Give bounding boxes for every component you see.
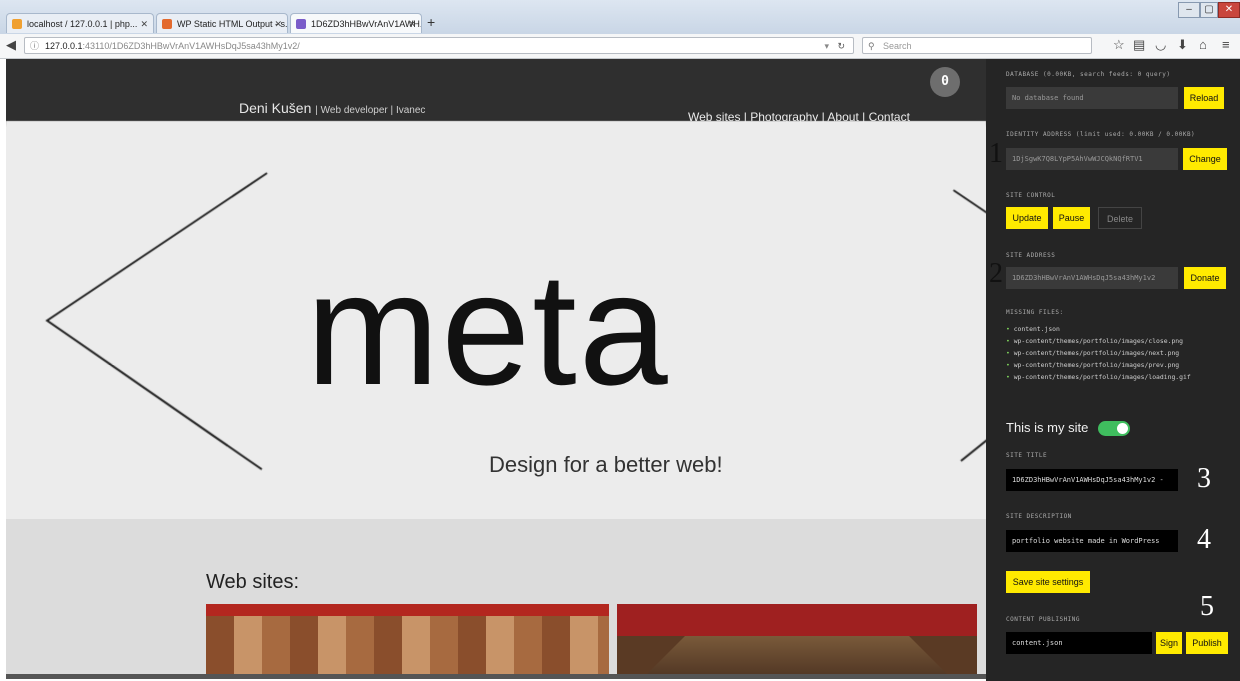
- reading-list-icon[interactable]: ▤: [1133, 37, 1145, 53]
- website-thumbnail[interactable]: [206, 604, 609, 679]
- hero-tagline: Design for a better web!: [489, 452, 723, 477]
- tab-phpmyadmin[interactable]: localhost / 127.0.0.1 | php... ✕: [6, 13, 154, 33]
- missing-file-item: • wp-content/themes/portfolio/images/clo…: [1006, 337, 1183, 345]
- my-site-toggle[interactable]: [1098, 421, 1130, 436]
- search-icon: ⚲: [868, 41, 875, 51]
- next-arrow-icon: [953, 190, 986, 221]
- reload-button[interactable]: Reload: [1184, 87, 1224, 109]
- bookmark-star-icon[interactable]: ☆: [1113, 37, 1125, 53]
- reload-icon[interactable]: ↻: [837, 38, 845, 53]
- missing-file-item: • wp-content/themes/portfolio/images/nex…: [1006, 349, 1180, 357]
- pause-button[interactable]: Pause: [1053, 207, 1090, 229]
- brand-separator: |: [315, 105, 318, 116]
- site-address-field[interactable]: 1D6ZD3hHBwVrAnV1AWHsDqJ5sa43hMy1v2: [1006, 267, 1178, 289]
- site-address-label: SITE ADDRESS: [1006, 252, 1056, 259]
- tab-label: localhost / 127.0.0.1 | php...: [27, 19, 138, 29]
- next-arrow-lower-icon: [960, 423, 986, 461]
- site-control-label: SITE CONTROL: [1006, 192, 1056, 199]
- author-role: Web developer: [320, 105, 388, 116]
- search-placeholder: Search: [883, 41, 912, 51]
- maximize-button[interactable]: ▢: [1200, 2, 1218, 18]
- identity-label: IDENTITY ADDRESS (limit used: 0.00KB / 0…: [1006, 131, 1196, 138]
- tab-close-icon[interactable]: ✕: [274, 14, 282, 33]
- annotation-4: 4: [1197, 524, 1211, 555]
- home-icon[interactable]: ⌂: [1199, 37, 1207, 52]
- annotation-5: 5: [1200, 591, 1214, 622]
- content-file-select[interactable]: content.json: [1006, 632, 1152, 654]
- site-description-label: SITE DESCRIPTION: [1006, 513, 1072, 520]
- content-publishing-label: CONTENT PUBLISHING: [1006, 616, 1081, 623]
- toggle-knob: [1117, 423, 1128, 434]
- database-field: No database found: [1006, 87, 1178, 109]
- annotation-2: 2: [989, 258, 1003, 289]
- zeronet-sidebar: DATABASE (0.00KB, search feeds: 0 query)…: [986, 59, 1240, 681]
- missing-file-item: • content.json: [1006, 325, 1060, 333]
- missing-file-item: • wp-content/themes/portfolio/images/loa…: [1006, 373, 1191, 381]
- site-description-input[interactable]: portfolio website made in WordPress: [1006, 530, 1178, 552]
- menu-icon[interactable]: ≡: [1222, 37, 1230, 52]
- download-icon[interactable]: ⬇: [1177, 37, 1188, 53]
- publish-button[interactable]: Publish: [1186, 632, 1228, 654]
- brand-separator: |: [390, 105, 394, 116]
- site-brand[interactable]: Deni Kušen | Web developer | Ivanec: [239, 100, 425, 116]
- identity-address-field[interactable]: 1DjSgwK7Q8LYpP5AhVwWJCQkNQfRTV1: [1006, 148, 1178, 170]
- database-label: DATABASE (0.00KB, search feeds: 0 query): [1006, 71, 1171, 78]
- page-bottom-strip: [6, 674, 986, 679]
- my-site-label: This is my site: [1006, 420, 1089, 435]
- prev-arrow-icon: [42, 173, 267, 469]
- missing-file-item: • wp-content/themes/portfolio/images/pre…: [1006, 361, 1180, 369]
- site-title-input[interactable]: 1D6ZD3hHBwVrAnV1AWHsDqJ5sa43hMy1v2 -: [1006, 469, 1178, 491]
- zeronet-icon: [296, 19, 306, 29]
- hero-title: meta: [306, 239, 670, 418]
- zeronet-sidebar-toggle[interactable]: 0: [930, 67, 960, 97]
- address-bar[interactable]: ⓘ 127.0.0.1:43110/1D6ZD3hHBwVrAnV1AWHsDq…: [24, 37, 854, 54]
- url-host: 127.0.0.1: [45, 41, 83, 51]
- wp-static-icon: [162, 19, 172, 29]
- close-window-button[interactable]: ✕: [1218, 2, 1240, 18]
- author-location: Ivanec: [395, 105, 426, 116]
- annotation-3: 3: [1197, 463, 1211, 494]
- website-thumbnail[interactable]: [617, 604, 977, 679]
- tab-label: 1D6ZD3hHBwVrAnV1AWH...: [311, 19, 422, 29]
- phpmyadmin-icon: [12, 19, 22, 29]
- new-tab-button[interactable]: +: [427, 14, 435, 30]
- author-name: Deni Kušen: [239, 100, 312, 116]
- tab-close-icon[interactable]: ✕: [140, 14, 148, 33]
- tab-zeronet-site[interactable]: 1D6ZD3hHBwVrAnV1AWH... ✕: [290, 13, 422, 33]
- site-viewport: Deni Kušen | Web developer | Ivanec Web …: [6, 59, 986, 679]
- section-title: Web sites:: [206, 571, 299, 593]
- site-title-label: SITE TITLE: [1006, 452, 1048, 459]
- delete-button[interactable]: Delete: [1098, 207, 1142, 229]
- donate-button[interactable]: Donate: [1184, 267, 1226, 289]
- annotation-1: 1: [989, 138, 1003, 169]
- search-input[interactable]: ⚲ Search: [862, 37, 1092, 54]
- site-info-icon[interactable]: ⓘ: [30, 38, 39, 53]
- change-button[interactable]: Change: [1183, 148, 1227, 170]
- tab-label: WP Static HTML Output - s...: [177, 19, 288, 29]
- pocket-icon[interactable]: ◡: [1155, 37, 1166, 53]
- update-button[interactable]: Update: [1006, 207, 1048, 229]
- sign-button[interactable]: Sign: [1156, 632, 1182, 654]
- missing-files-label: MISSING FILES:: [1006, 309, 1064, 316]
- tab-close-icon[interactable]: ✕: [408, 14, 416, 33]
- back-arrow-icon[interactable]: ◀: [6, 37, 16, 53]
- url-path: :43110/1D6ZD3hHBwVrAnV1AWHsDqJ5sa43hMy1v…: [82, 41, 300, 51]
- dropdown-arrow-icon[interactable]: ▾: [824, 38, 829, 53]
- save-settings-button[interactable]: Save site settings: [1006, 571, 1090, 593]
- minimize-button[interactable]: –: [1178, 2, 1200, 18]
- browser-titlebar: localhost / 127.0.0.1 | php... ✕ WP Stat…: [0, 0, 1240, 34]
- tab-wp-static[interactable]: WP Static HTML Output - s... ✕: [156, 13, 288, 33]
